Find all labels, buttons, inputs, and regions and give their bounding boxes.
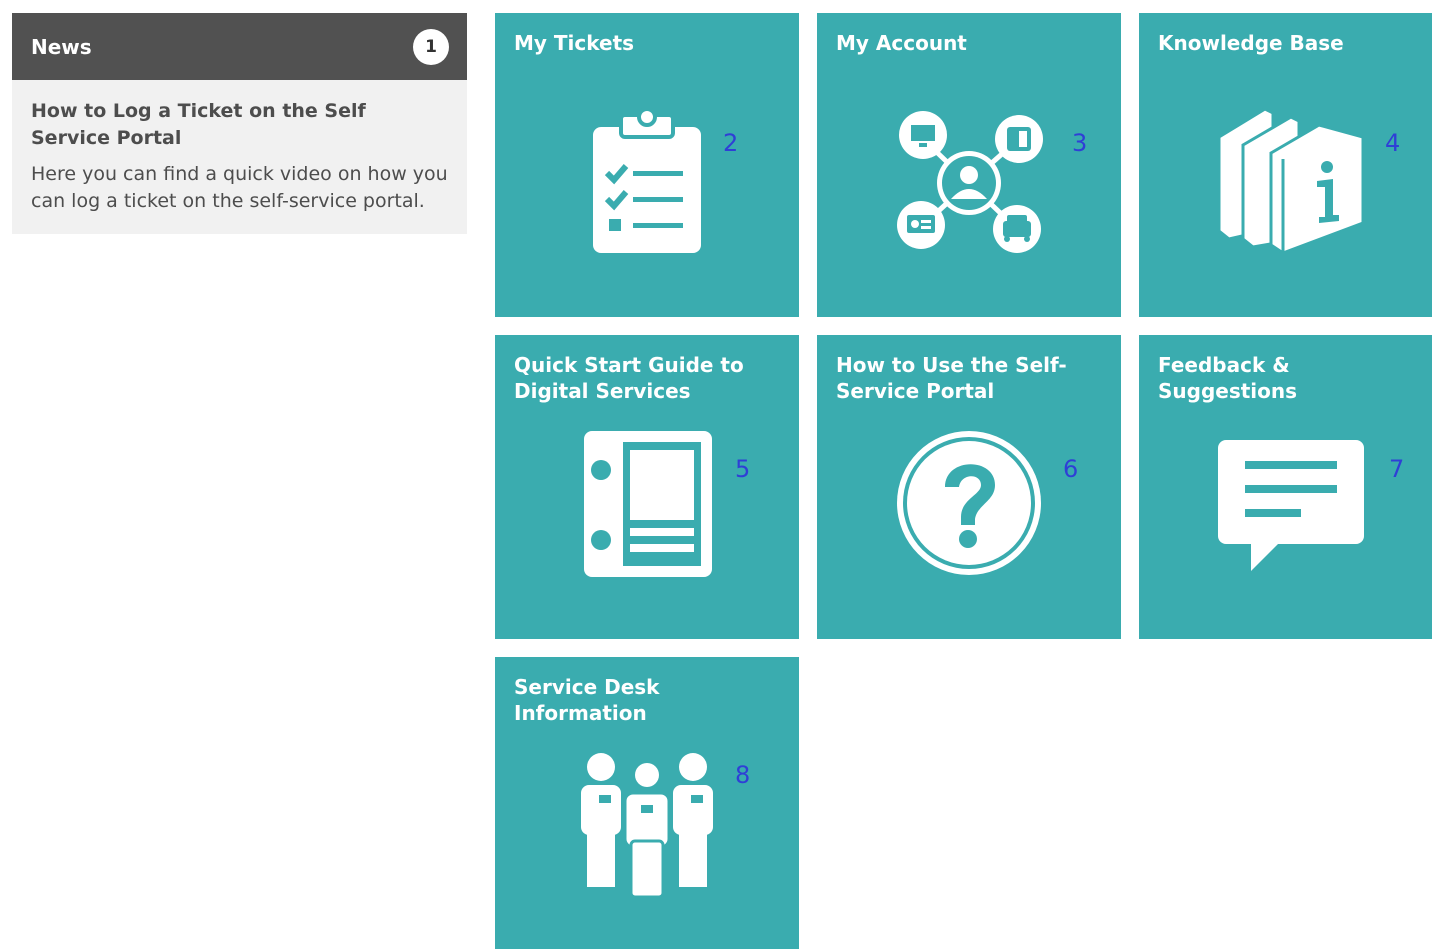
tile-title: My Account — [836, 31, 967, 55]
tile-how-to-use-portal[interactable]: How to Use the Self-Service Portal 6 — [817, 335, 1121, 639]
tile-title: Feedback & Suggestions — [1158, 353, 1298, 403]
tile-number-label: 4 — [1385, 129, 1401, 157]
tile-title: How to Use the Self-Service Portal — [836, 353, 1067, 403]
tile-title: Knowledge Base — [1158, 31, 1344, 55]
tile-title: My Tickets — [514, 31, 635, 55]
news-item[interactable]: How to Log a Ticket on the Self Service … — [12, 80, 467, 234]
news-header: News 1 — [12, 13, 467, 80]
tile-number-label: 2 — [723, 129, 739, 157]
tile-my-account[interactable]: My Account 3 — [817, 13, 1121, 317]
tile-number-label: 3 — [1072, 129, 1088, 157]
tile-my-tickets[interactable]: My Tickets 2 — [495, 13, 799, 317]
tile-service-desk-info[interactable]: Service Desk Information 8 — [495, 657, 799, 949]
tile-number-label: 8 — [735, 761, 751, 789]
news-item-text: Here you can find a quick video on how y… — [31, 163, 448, 212]
question-circle-icon — [897, 431, 1041, 575]
tile-number-label: 5 — [735, 455, 751, 483]
binder-guide-icon — [584, 431, 712, 577]
tile-knowledge-base[interactable]: Knowledge Base 4 — [1139, 13, 1432, 317]
tile-title: Quick Start Guide to Digital Services — [514, 353, 744, 403]
tile-feedback-suggestions[interactable]: Feedback & Suggestions 7 — [1139, 335, 1432, 639]
account-network-icon — [897, 111, 1043, 253]
news-count-badge: 1 — [413, 28, 449, 65]
news-item-title[interactable]: How to Log a Ticket on the Self Service … — [31, 98, 448, 152]
tile-quick-start-guide[interactable]: Quick Start Guide to Digital Services 5 — [495, 335, 799, 639]
tile-title: Service Desk Information — [514, 675, 660, 725]
news-title: News — [31, 34, 92, 59]
tile-number-label: 7 — [1389, 455, 1405, 483]
speech-bubble-icon — [1218, 440, 1364, 571]
clipboard-checklist-icon — [593, 107, 701, 253]
team-people-icon — [581, 753, 713, 899]
news-panel: News 1 How to Log a Ticket on the Self S… — [12, 13, 467, 234]
tile-number-label: 6 — [1063, 455, 1079, 483]
books-info-icon — [1217, 107, 1365, 255]
